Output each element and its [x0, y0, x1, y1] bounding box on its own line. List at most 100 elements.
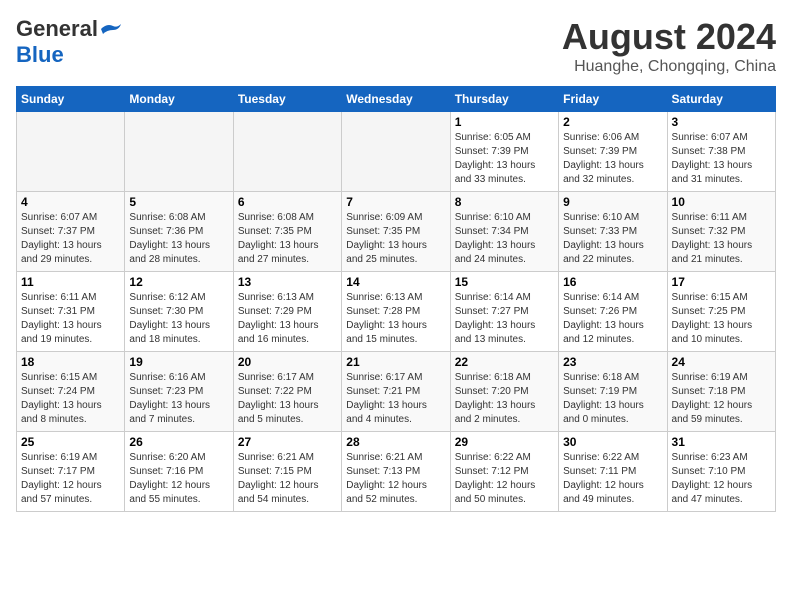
- day-number: 6: [238, 195, 337, 209]
- calendar-day-cell: 27Sunrise: 6:21 AM Sunset: 7:15 PM Dayli…: [233, 432, 341, 512]
- calendar-day-cell: 8Sunrise: 6:10 AM Sunset: 7:34 PM Daylig…: [450, 192, 558, 272]
- month-year-title: August 2024: [562, 16, 776, 58]
- calendar-week-row: 25 Sunrise: 6:19 AM Sunset: 7:17 PM Dayli…: [17, 432, 776, 512]
- logo-blue-text: Blue: [16, 42, 64, 67]
- day-info: Sunrise: 6:22 AM Sunset: 7:11 PM Dayligh…: [563, 451, 662, 507]
- calendar-day-cell: 29 Sunrise: 6:22 AM Sunset: 7:12 PM Dayli…: [450, 432, 558, 512]
- day-of-week-header: Wednesday: [342, 87, 450, 112]
- calendar-day-cell: 12Sunrise: 6:12 AM Sunset: 7:30 PM Dayli…: [125, 272, 233, 352]
- day-number: 14: [346, 275, 445, 289]
- day-number: 20: [238, 355, 337, 369]
- day-number: 24: [672, 355, 771, 369]
- day-number: 25: [21, 435, 120, 449]
- day-info: Sunrise: 6:15 AM Sunset: 7:24 PM Dayligh…: [21, 371, 120, 427]
- location-subtitle: Huanghe, Chongqing, China: [562, 58, 776, 76]
- day-number: 22: [455, 355, 554, 369]
- calendar-day-cell: 25 Sunrise: 6:19 AM Sunset: 7:17 PM Dayli…: [17, 432, 125, 512]
- calendar-day-cell: 18 Sunrise: 6:15 AM Sunset: 7:24 PM Dayli…: [17, 352, 125, 432]
- calendar-day-cell: 15Sunrise: 6:14 AM Sunset: 7:27 PM Dayli…: [450, 272, 558, 352]
- day-number: 28: [346, 435, 445, 449]
- calendar-day-cell: 4Sunrise: 6:07 AM Sunset: 7:37 PM Daylig…: [17, 192, 125, 272]
- day-number: 27: [238, 435, 337, 449]
- day-info: Sunrise: 6:17 AM Sunset: 7:22 PM Dayligh…: [238, 371, 337, 427]
- day-of-week-header: Tuesday: [233, 87, 341, 112]
- calendar-day-cell: 5Sunrise: 6:08 AM Sunset: 7:36 PM Daylig…: [125, 192, 233, 272]
- day-info: Sunrise: 6:05 AM Sunset: 7:39 PM Dayligh…: [455, 131, 554, 187]
- calendar-day-cell: 6 Sunrise: 6:08 AM Sunset: 7:35 PM Daylig…: [233, 192, 341, 272]
- calendar-day-cell: [125, 112, 233, 192]
- calendar-day-cell: 31 Sunrise: 6:23 AM Sunset: 7:10 PM Dayli…: [667, 432, 775, 512]
- day-number: 1: [455, 115, 554, 129]
- day-number: 4: [21, 195, 120, 209]
- day-of-week-header: Friday: [559, 87, 667, 112]
- day-of-week-header: Monday: [125, 87, 233, 112]
- calendar-day-cell: [17, 112, 125, 192]
- day-number: 11: [21, 275, 120, 289]
- day-info: Sunrise: 6:21 AM Sunset: 7:13 PM Dayligh…: [346, 451, 445, 507]
- day-info: Sunrise: 6:11 AM Sunset: 7:31 PM Dayligh…: [21, 291, 120, 347]
- calendar-day-cell: 24 Sunrise: 6:19 AM Sunset: 7:18 PM Dayli…: [667, 352, 775, 432]
- logo-bird-icon: [99, 21, 121, 37]
- day-number: 16: [563, 275, 662, 289]
- calendar-day-cell: 20 Sunrise: 6:17 AM Sunset: 7:22 PM Dayli…: [233, 352, 341, 432]
- day-info: Sunrise: 6:08 AM Sunset: 7:35 PM Dayligh…: [238, 211, 337, 267]
- calendar-day-cell: 10Sunrise: 6:11 AM Sunset: 7:32 PM Dayli…: [667, 192, 775, 272]
- day-number: 21: [346, 355, 445, 369]
- calendar-day-cell: 2Sunrise: 6:06 AM Sunset: 7:39 PM Daylig…: [559, 112, 667, 192]
- day-info: Sunrise: 6:13 AM Sunset: 7:28 PM Dayligh…: [346, 291, 445, 347]
- day-info: Sunrise: 6:14 AM Sunset: 7:26 PM Dayligh…: [563, 291, 662, 347]
- day-of-week-header: Thursday: [450, 87, 558, 112]
- day-number: 30: [563, 435, 662, 449]
- calendar-day-cell: 13 Sunrise: 6:13 AM Sunset: 7:29 PM Dayli…: [233, 272, 341, 352]
- calendar-day-cell: 30 Sunrise: 6:22 AM Sunset: 7:11 PM Dayli…: [559, 432, 667, 512]
- calendar-day-cell: [233, 112, 341, 192]
- calendar-week-row: 11 Sunrise: 6:11 AM Sunset: 7:31 PM Dayli…: [17, 272, 776, 352]
- day-number: 5: [129, 195, 228, 209]
- day-number: 13: [238, 275, 337, 289]
- day-number: 9: [563, 195, 662, 209]
- day-info: Sunrise: 6:15 AM Sunset: 7:25 PM Dayligh…: [672, 291, 771, 347]
- day-of-week-header: Sunday: [17, 87, 125, 112]
- page-header: General Blue August 2024 Huanghe, Chongq…: [16, 16, 776, 76]
- day-info: Sunrise: 6:07 AM Sunset: 7:38 PM Dayligh…: [672, 131, 771, 187]
- logo: General Blue: [16, 16, 122, 68]
- day-number: 7: [346, 195, 445, 209]
- day-info: Sunrise: 6:12 AM Sunset: 7:30 PM Dayligh…: [129, 291, 228, 347]
- calendar-week-row: 18 Sunrise: 6:15 AM Sunset: 7:24 PM Dayli…: [17, 352, 776, 432]
- day-number: 10: [672, 195, 771, 209]
- day-info: Sunrise: 6:19 AM Sunset: 7:18 PM Dayligh…: [672, 371, 771, 427]
- calendar-day-cell: 14 Sunrise: 6:13 AM Sunset: 7:28 PM Dayli…: [342, 272, 450, 352]
- calendar-day-cell: 22Sunrise: 6:18 AM Sunset: 7:20 PM Dayli…: [450, 352, 558, 432]
- day-number: 19: [129, 355, 228, 369]
- calendar-day-cell: 11 Sunrise: 6:11 AM Sunset: 7:31 PM Dayli…: [17, 272, 125, 352]
- calendar-day-cell: 21Sunrise: 6:17 AM Sunset: 7:21 PM Dayli…: [342, 352, 450, 432]
- calendar-day-cell: 17 Sunrise: 6:15 AM Sunset: 7:25 PM Dayli…: [667, 272, 775, 352]
- logo-general-text: General: [16, 16, 98, 42]
- calendar-day-cell: 19 Sunrise: 6:16 AM Sunset: 7:23 PM Dayli…: [125, 352, 233, 432]
- calendar-week-row: 1 Sunrise: 6:05 AM Sunset: 7:39 PM Daylig…: [17, 112, 776, 192]
- day-number: 26: [129, 435, 228, 449]
- day-number: 29: [455, 435, 554, 449]
- day-info: Sunrise: 6:10 AM Sunset: 7:33 PM Dayligh…: [563, 211, 662, 267]
- day-number: 31: [672, 435, 771, 449]
- calendar-week-row: 4Sunrise: 6:07 AM Sunset: 7:37 PM Daylig…: [17, 192, 776, 272]
- day-number: 18: [21, 355, 120, 369]
- day-info: Sunrise: 6:06 AM Sunset: 7:39 PM Dayligh…: [563, 131, 662, 187]
- day-number: 3: [672, 115, 771, 129]
- day-info: Sunrise: 6:23 AM Sunset: 7:10 PM Dayligh…: [672, 451, 771, 507]
- day-info: Sunrise: 6:20 AM Sunset: 7:16 PM Dayligh…: [129, 451, 228, 507]
- calendar-day-cell: [342, 112, 450, 192]
- day-info: Sunrise: 6:14 AM Sunset: 7:27 PM Dayligh…: [455, 291, 554, 347]
- day-info: Sunrise: 6:19 AM Sunset: 7:17 PM Dayligh…: [21, 451, 120, 507]
- calendar-header-row: SundayMondayTuesdayWednesdayThursdayFrid…: [17, 87, 776, 112]
- day-of-week-header: Saturday: [667, 87, 775, 112]
- title-block: August 2024 Huanghe, Chongqing, China: [562, 16, 776, 76]
- calendar-day-cell: 1 Sunrise: 6:05 AM Sunset: 7:39 PM Daylig…: [450, 112, 558, 192]
- day-info: Sunrise: 6:10 AM Sunset: 7:34 PM Dayligh…: [455, 211, 554, 267]
- calendar-day-cell: 28 Sunrise: 6:21 AM Sunset: 7:13 PM Dayli…: [342, 432, 450, 512]
- day-number: 17: [672, 275, 771, 289]
- day-info: Sunrise: 6:13 AM Sunset: 7:29 PM Dayligh…: [238, 291, 337, 347]
- day-info: Sunrise: 6:22 AM Sunset: 7:12 PM Dayligh…: [455, 451, 554, 507]
- day-info: Sunrise: 6:16 AM Sunset: 7:23 PM Dayligh…: [129, 371, 228, 427]
- day-number: 23: [563, 355, 662, 369]
